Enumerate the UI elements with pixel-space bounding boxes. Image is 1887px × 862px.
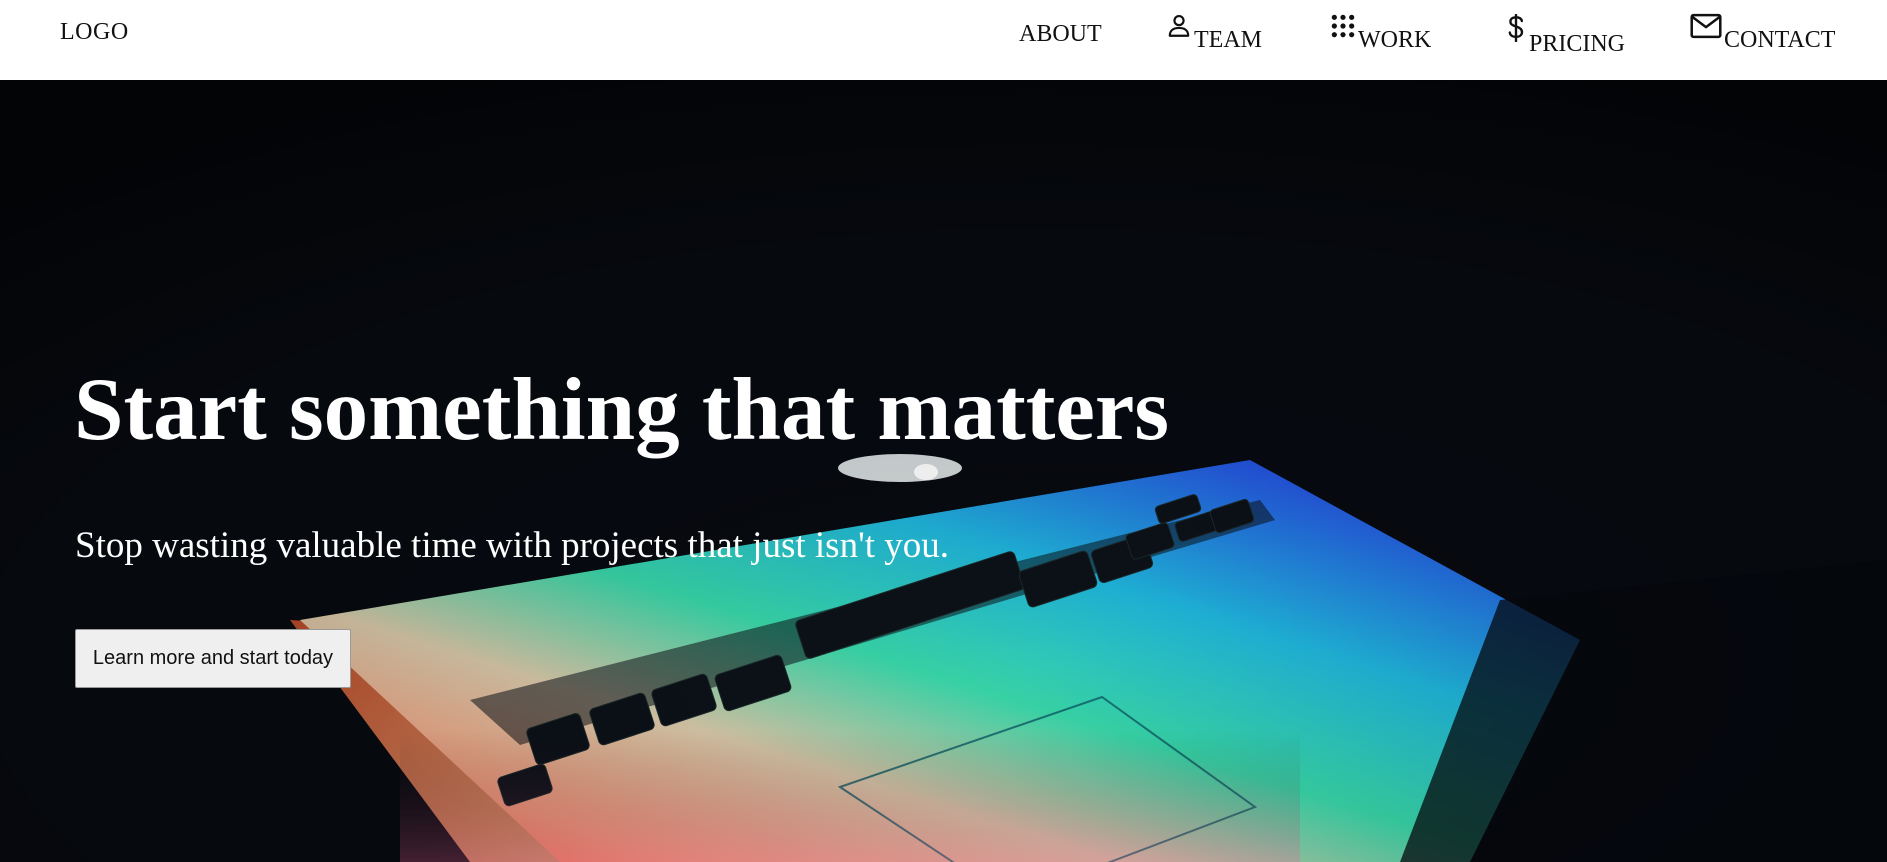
nav-link-about[interactable]: ABOUT: [1019, 22, 1102, 46]
hero-section: Start something that matters Stop wastin…: [0, 80, 1887, 862]
person-icon: [1166, 13, 1192, 46]
nav-link-work[interactable]: WORK: [1330, 14, 1432, 53]
hero-subtitle: Stop wasting valuable time with projects…: [75, 525, 950, 566]
mail-icon: [1690, 13, 1722, 46]
nav-about-label: ABOUT: [1019, 21, 1102, 47]
learn-more-button[interactable]: Learn more and start today: [75, 629, 351, 688]
nav-link-contact[interactable]: CONTACT: [1690, 13, 1836, 53]
nav-pricing-label: PRICING: [1529, 31, 1626, 57]
logo[interactable]: LOGO: [60, 19, 129, 46]
nav-link-team[interactable]: TEAM: [1166, 14, 1262, 53]
nav-work-label: WORK: [1358, 27, 1432, 53]
nav-contact-label: CONTACT: [1724, 27, 1836, 53]
hero-title: Start something that matters: [74, 361, 1169, 459]
grid-icon: [1330, 13, 1356, 46]
dollar-icon: [1505, 13, 1527, 50]
laptop-keyboard-glow-image: [0, 80, 1887, 862]
nav-link-pricing[interactable]: PRICING: [1505, 14, 1626, 57]
top-navbar: LOGO ABOUT TEAM WORK PRICING CONTACT: [0, 0, 1887, 80]
nav-team-label: TEAM: [1194, 27, 1262, 53]
